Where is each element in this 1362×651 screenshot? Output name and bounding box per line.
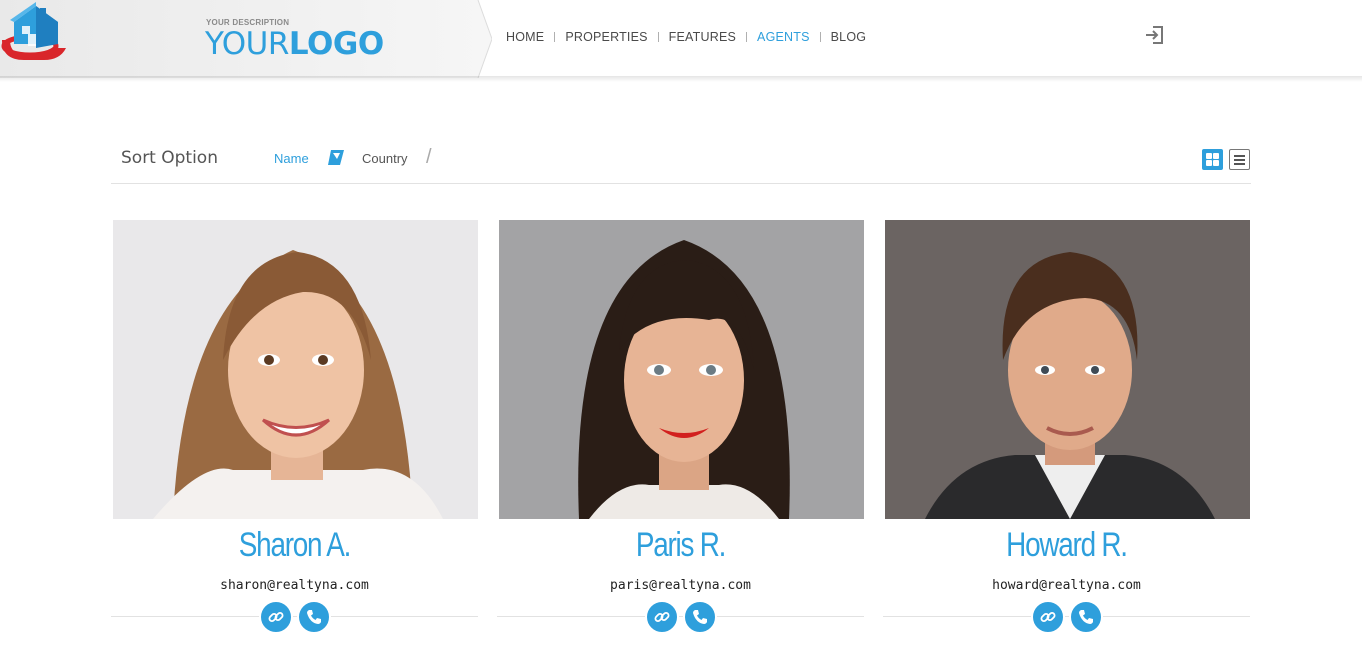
- phone-icon: [306, 610, 321, 624]
- agent-card: Sharon A. sharon@realtyna.com: [111, 220, 478, 634]
- sort-option-title: Sort Option: [121, 148, 218, 168]
- agent-email[interactable]: paris@realtyna.com: [497, 578, 864, 593]
- agent-actions: [883, 600, 1250, 634]
- agent-link-button[interactable]: [644, 600, 679, 634]
- agent-name[interactable]: Sharon A.: [144, 526, 445, 565]
- grid-view-icon[interactable]: [1202, 149, 1223, 170]
- sort-direction-icon[interactable]: [328, 149, 344, 166]
- house-logo-icon: [1, 2, 66, 60]
- nav-divider: [746, 32, 748, 42]
- agent-actions: [497, 600, 864, 634]
- site-header: YOUR DESCRIPTION YOURLOGO HOME PROPERTIE…: [0, 0, 1362, 78]
- nav-blog[interactable]: BLOG: [831, 30, 867, 44]
- logo-panel[interactable]: YOUR DESCRIPTION YOURLOGO: [0, 0, 492, 78]
- agent-photo[interactable]: [885, 220, 1250, 519]
- logo-word-your: YOUR: [205, 26, 289, 62]
- nav-divider: [554, 32, 556, 42]
- sort-bar: Sort Option Name Country /: [111, 140, 1251, 184]
- agent-card: Paris R. paris@realtyna.com: [497, 220, 864, 634]
- agent-actions: [111, 600, 478, 634]
- agent-photo[interactable]: [499, 220, 864, 519]
- nav-properties[interactable]: PROPERTIES: [565, 30, 647, 44]
- sort-by-name[interactable]: Name: [274, 151, 309, 166]
- agent-card: Howard R. howard@realtyna.com: [883, 220, 1250, 634]
- agent-link-button[interactable]: [258, 600, 293, 634]
- phone-icon: [692, 610, 707, 624]
- sort-separator: /: [426, 146, 432, 168]
- agent-name[interactable]: Paris R.: [530, 526, 831, 565]
- agent-phone-button[interactable]: [682, 600, 717, 634]
- agent-link-button[interactable]: [1030, 600, 1065, 634]
- logo-wordmark: YOURLOGO: [205, 26, 384, 62]
- main-navigation: HOME PROPERTIES FEATURES AGENTS BLOG: [506, 28, 866, 46]
- agent-photo[interactable]: [113, 220, 478, 519]
- link-icon: [268, 612, 283, 622]
- agent-phone-button[interactable]: [1068, 600, 1103, 634]
- logo-word-logo: LOGO: [288, 26, 384, 62]
- nav-divider: [657, 32, 659, 42]
- agent-name[interactable]: Howard R.: [916, 526, 1217, 565]
- nav-home[interactable]: HOME: [506, 30, 544, 44]
- sort-by-country[interactable]: Country: [362, 151, 408, 166]
- agent-email[interactable]: sharon@realtyna.com: [111, 578, 478, 593]
- nav-agents[interactable]: AGENTS: [757, 30, 810, 44]
- nav-divider: [819, 32, 821, 42]
- agent-email[interactable]: howard@realtyna.com: [883, 578, 1250, 593]
- phone-icon: [1078, 610, 1093, 624]
- header-shadow: [0, 76, 1362, 82]
- list-view-icon[interactable]: [1229, 149, 1250, 170]
- nav-features[interactable]: FEATURES: [669, 30, 736, 44]
- sign-in-icon[interactable]: [1144, 24, 1166, 46]
- link-icon: [654, 612, 669, 622]
- agent-phone-button[interactable]: [296, 600, 331, 634]
- link-icon: [1040, 612, 1055, 622]
